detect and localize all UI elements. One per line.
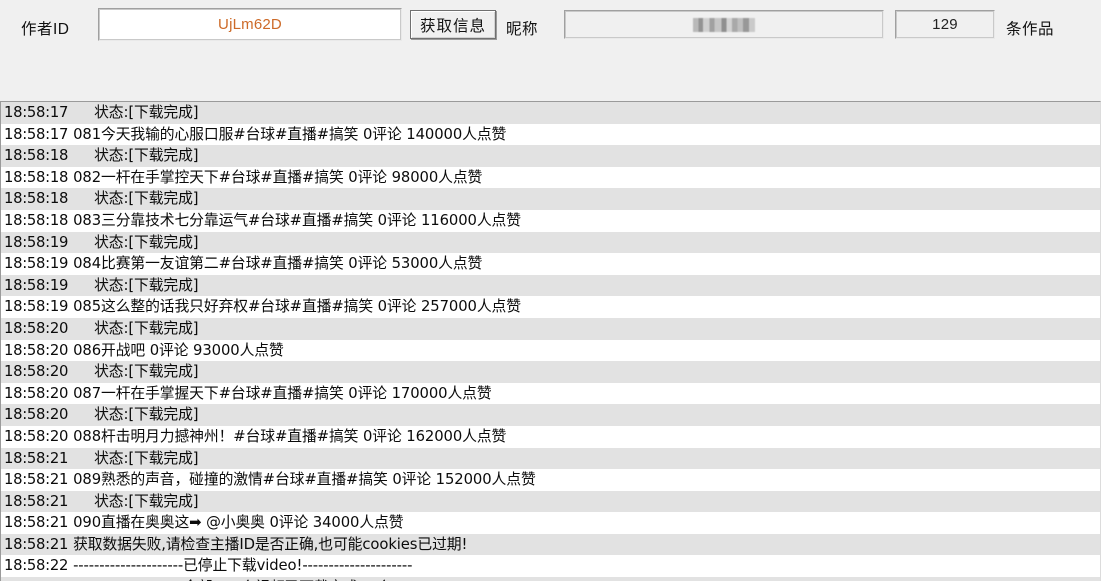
log-message: 081今天我输的心服口服#台球#直播#搞笑 0评论 140000人点赞 [73, 125, 507, 143]
log-line-list: 18:58:17 状态:[下载完成] 18:58:17 081今天我输的心服口服#台球… [1, 102, 1100, 581]
log-message: 状态:[下载完成] [94, 319, 199, 337]
log-timestamp: 18:58:18 [4, 168, 69, 186]
log-timestamp: 18:58:19 [4, 255, 69, 273]
log-line: 18:58:21 089熟悉的声音，碰撞的激情#台球#直播#搞笑 0评论 1520… [1, 469, 1100, 491]
log-timestamp: 18:58:21 [4, 471, 69, 489]
log-line: 18:58:18 状态:[下载完成] [1, 145, 1100, 167]
log-line: 18:58:21 090直播在奥奥这➡ @小奥奥 0评论 34000人点赞 [1, 512, 1100, 534]
log-message: 089熟悉的声音，碰撞的激情#台球#直播#搞笑 0评论 152000人点赞 [73, 471, 536, 489]
log-line: 18:58:20 状态:[下载完成] [1, 361, 1100, 383]
log-line: 18:58:19 084比赛第一友谊第二#台球#直播#搞笑 0评论 53000人点… [1, 253, 1100, 275]
log-timestamp: 18:58:18 [4, 211, 69, 229]
nickname-redacted-value [693, 17, 755, 32]
log-message: 090直播在奥奥这➡ @小奥奥 0评论 34000人点赞 [73, 514, 404, 532]
log-line: 18:58:21 状态:[下载完成] [1, 490, 1100, 513]
log-message: 状态:[下载完成] [94, 276, 199, 294]
author-id-value: UjLm62D [218, 16, 282, 33]
log-line: 18:58:22 ---------------------已停止下载video!… [1, 555, 1100, 578]
log-line: 18:58:18 082一杆在手掌控天下#台球#直播#搞笑 0评论 98000人点… [1, 166, 1100, 189]
log-line: 18:58:19 085这么整的话我只好弃权#台球#直播#搞笑 0评论 25700… [1, 296, 1100, 318]
log-line: 18:58:19 状态:[下载完成] [1, 274, 1100, 297]
log-line: 18:58:19 状态:[下载完成] [1, 231, 1100, 254]
log-line: 18:58:17 状态:[下载完成] [1, 102, 1100, 124]
log-message: 状态:[下载完成] [94, 406, 199, 424]
log-timestamp: 18:58:20 [4, 319, 69, 337]
log-timestamp: 18:58:21 [4, 492, 69, 510]
log-message: 状态:[下载完成] [94, 363, 199, 381]
log-line: 18:58:22---------------------全部129个视频已下载… [1, 577, 1100, 581]
log-line: 18:58:18 状态:[下载完成] [1, 188, 1100, 210]
log-message: 083三分靠技术七分靠运气#台球#直播#搞笑 0评论 116000人点赞 [73, 211, 521, 229]
log-line: 18:58:20 状态:[下载完成] [1, 404, 1100, 426]
log-message: 086开战吧 0评论 93000人点赞 [73, 341, 284, 359]
log-timestamp: 18:58:21 [4, 449, 69, 467]
nickname-input[interactable] [564, 10, 884, 39]
works-unit-label: 条作品 [1006, 21, 1055, 38]
log-message: 085这么整的话我只好弃权#台球#直播#搞笑 0评论 257000人点赞 [73, 298, 521, 316]
log-message: 082一杆在手掌控天下#台球#直播#搞笑 0评论 98000人点赞 [73, 168, 483, 186]
log-message: 获取数据失败,请检查主播ID是否正确,也可能cookies已过期! [73, 535, 468, 553]
log-output-panel[interactable]: 18:58:17 状态:[下载完成] 18:58:17 081今天我输的心服口服#台球… [0, 101, 1101, 581]
log-timestamp: 18:58:18 [4, 190, 69, 208]
log-timestamp: 18:58:20 [4, 384, 69, 402]
log-timestamp: 18:58:19 [4, 233, 69, 251]
log-timestamp: 18:58:17 [4, 125, 69, 143]
works-count-field: 129 [895, 10, 995, 39]
log-timestamp: 18:58:21 [4, 535, 69, 553]
log-timestamp: 18:58:20 [4, 363, 69, 381]
log-timestamp: 18:58:20 [4, 341, 69, 359]
log-line: 18:58:21 状态:[下载完成] [1, 447, 1100, 470]
log-timestamp: 18:58:21 [4, 514, 69, 532]
log-line: 18:58:20 087一杆在手掌握天下#台球#直播#搞笑 0评论 170000人… [1, 382, 1100, 405]
log-message: 状态:[下载完成] [94, 104, 199, 121]
log-message: 状态:[下载完成] [94, 190, 199, 208]
log-message: 状态:[下载完成] [94, 233, 199, 251]
log-message: 状态:[下载完成] [94, 492, 199, 510]
get-info-button[interactable]: 获取信息 [410, 10, 496, 39]
log-timestamp: 18:58:18 [4, 147, 69, 165]
log-timestamp: 18:58:19 [4, 276, 69, 294]
log-message: 087一杆在手掌握天下#台球#直播#搞笑 0评论 170000人点赞 [73, 384, 492, 402]
log-line: 18:58:18 083三分靠技术七分靠运气#台球#直播#搞笑 0评论 11600… [1, 209, 1100, 232]
save-path-row: 保存路径 C:\Users\54931\Desktop\dydownloads\… [0, 49, 1101, 141]
log-timestamp: 18:58:17 [4, 104, 69, 121]
log-message: 状态:[下载完成] [94, 147, 199, 165]
log-timestamp: 18:58:22 [4, 557, 69, 575]
log-line: 18:58:20 状态:[下载完成] [1, 317, 1100, 340]
author-id-input[interactable]: UjLm62D [98, 8, 402, 41]
log-line: 18:58:20 088杆击明月力撼神州！#台球#直播#搞笑 0评论 162000… [1, 425, 1100, 448]
nickname-label: 昵称 [506, 21, 539, 38]
log-message: 状态:[下载完成] [94, 449, 199, 467]
log-message: 088杆击明月力撼神州！#台球#直播#搞笑 0评论 162000人点赞 [73, 427, 507, 445]
log-line: 18:58:21 获取数据失败,请检查主播ID是否正确,也可能cookies已过期… [1, 533, 1100, 556]
log-timestamp: 18:58:19 [4, 298, 69, 316]
author-row: 作者ID UjLm62D 获取信息 昵称 129 条作品 [0, 0, 1101, 49]
author-id-label: 作者ID [21, 21, 70, 38]
log-timestamp: 18:58:20 [4, 427, 69, 445]
log-message: ---------------------已停止下载video!--------… [73, 557, 413, 575]
log-timestamp: 18:58:20 [4, 406, 69, 424]
log-message: 084比赛第一友谊第二#台球#直播#搞笑 0评论 53000人点赞 [73, 255, 483, 273]
works-count-value: 129 [932, 16, 958, 33]
downloader-window: 作者ID UjLm62D 获取信息 昵称 129 条作品 保存路径 C:\Use… [0, 0, 1101, 581]
log-line: 18:58:20 086开战吧 0评论 93000人点赞 [1, 339, 1100, 362]
log-line: 18:58:17 081今天我输的心服口服#台球#直播#搞笑 0评论 140000… [1, 123, 1100, 146]
